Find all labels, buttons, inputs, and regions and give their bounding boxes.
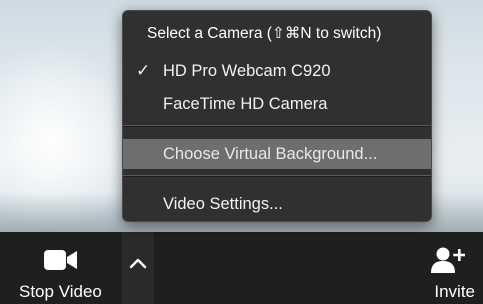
choose-virtual-background-item[interactable]: Choose Virtual Background... bbox=[123, 139, 431, 169]
stop-video-button[interactable]: Stop Video bbox=[0, 232, 120, 304]
menu-divider bbox=[123, 125, 431, 127]
menu-header: Select a Camera (⇧⌘N to switch) bbox=[147, 25, 382, 42]
meeting-toolbar: Stop Video Invite bbox=[0, 232, 483, 304]
camera-select-menu: Select a Camera (⇧⌘N to switch) ✓ HD Pro… bbox=[122, 10, 432, 222]
menu-item-label: Video Settings... bbox=[163, 195, 283, 213]
video-options-caret-button[interactable] bbox=[122, 232, 154, 304]
menu-item-label: HD Pro Webcam C920 bbox=[163, 62, 331, 80]
video-camera-icon bbox=[44, 249, 78, 271]
video-settings-item[interactable]: Video Settings... bbox=[123, 189, 431, 219]
invite-button[interactable]: Invite bbox=[403, 232, 483, 304]
menu-item-label: Choose Virtual Background... bbox=[163, 145, 378, 163]
menu-item-label: FaceTime HD Camera bbox=[163, 95, 328, 113]
checkmark-icon: ✓ bbox=[136, 61, 151, 80]
invite-label: Invite bbox=[434, 282, 475, 301]
chevron-up-icon bbox=[129, 258, 147, 269]
menu-divider bbox=[123, 175, 431, 177]
camera-option-facetime-hd[interactable]: FaceTime HD Camera bbox=[123, 89, 431, 119]
camera-option-hd-pro-webcam[interactable]: ✓ HD Pro Webcam C920 bbox=[123, 56, 431, 86]
stop-video-label: Stop Video bbox=[19, 282, 102, 301]
add-user-icon bbox=[431, 246, 466, 274]
